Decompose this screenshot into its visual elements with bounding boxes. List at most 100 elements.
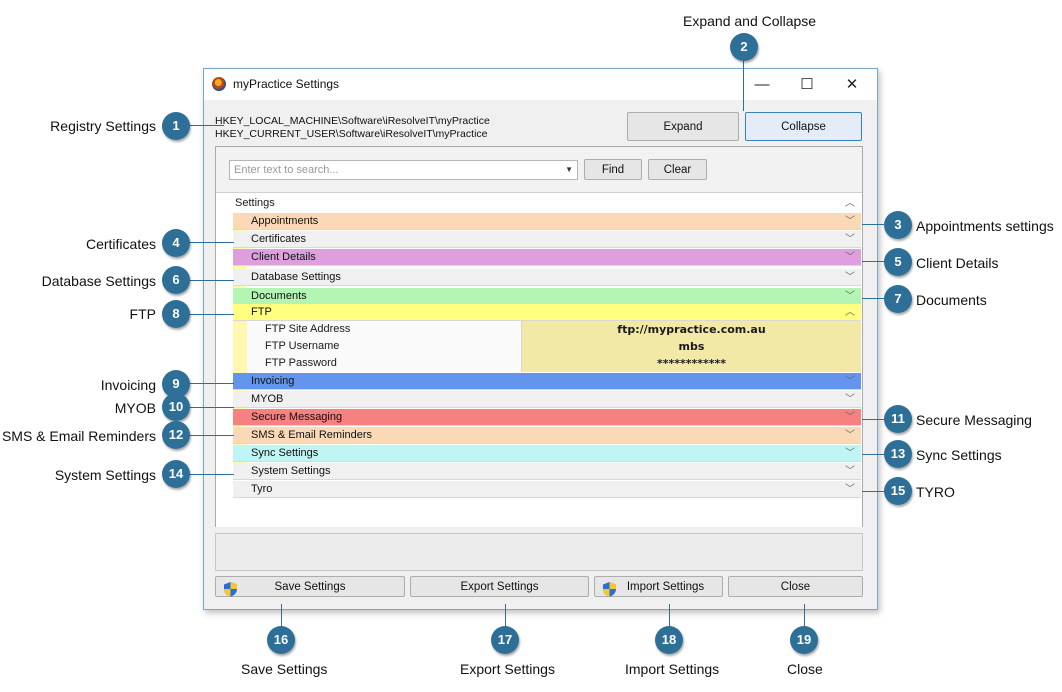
callout-badge: 4 [162,229,190,257]
callout-connector [862,419,884,420]
collapse-chevron-icon[interactable]: ︿ [845,195,855,212]
ftp-field-row[interactable]: FTP Password ************ [247,355,861,372]
chevron-down-icon[interactable]: ﹀ [845,463,855,480]
category-label: MYOB [251,393,284,405]
category-row[interactable]: SMS & Email Reminders ﹀ [233,427,861,444]
ftp-field-value[interactable]: mbs [522,338,861,355]
callout-badge: 11 [884,405,912,433]
settings-root-row[interactable]: Settings ︿ [216,195,861,212]
registry-path-user: HKEY_CURRENT_USER\Software\iResolveIT\my… [215,128,488,140]
callout-connector [190,407,234,408]
title-bar[interactable]: myPractice Settings — ☐ ✕ [204,69,877,100]
callout-connector [804,604,805,626]
chevron-down-icon[interactable]: ﹀ [845,391,855,408]
callout-connector [190,435,234,436]
chevron-down-icon[interactable]: ﹀ [845,231,855,248]
expand-button[interactable]: Expand [627,112,739,141]
ftp-field-value[interactable]: ************ [522,355,861,372]
category-row[interactable]: Certificates ﹀ [233,231,861,248]
save-settings-label: Save Settings [274,581,346,593]
registry-path-machine: HKEY_LOCAL_MACHINE\Software\iResolveIT\m… [215,115,490,127]
category-row[interactable]: FTP ︿ [233,304,861,321]
callout-badge: 12 [162,421,190,449]
callout-label: Close [787,661,823,677]
category-row[interactable]: Database Settings ﹀ [233,269,861,286]
callout-label: Database Settings [41,273,156,289]
chevron-down-icon[interactable]: ﹀ [845,249,855,266]
callout-badge: 7 [884,285,912,313]
search-input[interactable]: Enter text to search... ▼ [229,160,578,180]
callout-badge: 19 [790,626,818,654]
category-label: Secure Messaging [251,411,343,423]
chevron-up-icon[interactable]: ︿ [845,304,855,321]
callout-label: Expand and Collapse [683,13,817,29]
callout-label: FTP [129,306,156,322]
category-row[interactable]: Secure Messaging ﹀ [233,409,861,426]
callout-connector [281,604,282,626]
callout-badge: 16 [267,626,295,654]
callout-label: Save Settings [241,661,328,677]
category-label: Database Settings [251,271,341,283]
chevron-down-icon[interactable]: ﹀ [845,373,855,390]
category-row[interactable]: Tyro ﹀ [233,481,861,498]
chevron-down-icon[interactable]: ﹀ [845,427,855,444]
category-row[interactable]: Appointments ﹀ [233,213,861,230]
collapse-button[interactable]: Collapse [745,112,862,141]
import-settings-button[interactable]: Import Settings [594,576,723,597]
callout-label: Appointments settings [916,218,1054,234]
find-button[interactable]: Find [584,159,642,180]
close-window-button[interactable]: ✕ [829,69,875,100]
callout-badge: 13 [884,440,912,468]
chevron-down-icon[interactable]: ﹀ [845,409,855,426]
settings-window: myPractice Settings — ☐ ✕ HKEY_LOCAL_MAC… [203,68,878,610]
ftp-field-row[interactable]: FTP Username mbs [247,338,861,355]
chevron-down-icon[interactable]: ﹀ [845,445,855,462]
callout-label: Client Details [916,255,999,271]
callout-label: SMS & Email Reminders [1,428,156,444]
chevron-down-icon[interactable]: ﹀ [845,269,855,286]
chevron-down-icon[interactable]: ﹀ [845,288,855,305]
category-row[interactable]: Sync Settings ﹀ [233,445,861,462]
callout-connector [669,604,670,626]
export-settings-button[interactable]: Export Settings [410,576,589,597]
category-row[interactable]: System Settings ﹀ [233,463,861,480]
close-button[interactable]: Close [728,576,863,597]
callout-label: Export Settings [460,661,555,677]
callout-label: Certificates [85,236,156,252]
category-label: Tyro [251,483,273,495]
category-label: Certificates [251,233,307,245]
callout-label: TYRO [916,484,955,500]
maximize-button[interactable]: ☐ [784,69,830,100]
callout-badge: 17 [491,626,519,654]
app-logo-icon [212,77,226,91]
category-row[interactable]: Invoicing ﹀ [233,373,861,390]
ftp-field-value[interactable]: ftp://mypractice.com.au [522,321,861,338]
chevron-down-icon[interactable]: ﹀ [845,481,855,498]
ftp-field-name: FTP Username [247,338,522,355]
ftp-field-row[interactable]: FTP Site Address ftp://mypractice.com.au [247,321,861,338]
save-settings-button[interactable]: Save Settings [215,576,405,597]
callout-connector [743,61,744,111]
clear-button[interactable]: Clear [648,159,707,180]
ftp-field-name: FTP Site Address [247,321,522,338]
callout-label: System Settings [54,467,156,483]
minimize-button[interactable]: — [739,69,785,100]
callout-badge: 18 [655,626,683,654]
callout-label: Documents [916,292,987,308]
category-label: SMS & Email Reminders [251,429,373,441]
callout-badge: 14 [162,460,190,488]
callout-label: Registry Settings [50,118,156,134]
status-area [215,533,863,571]
callout-label: Sync Settings [916,447,1002,463]
category-row[interactable]: Documents ﹀ [233,288,861,305]
callout-connector [190,280,234,281]
category-row[interactable]: MYOB ﹀ [233,391,861,408]
callout-badge: 3 [884,211,912,239]
category-label: Appointments [251,215,319,227]
settings-root-label: Settings [235,197,275,209]
chevron-down-icon[interactable]: ﹀ [845,213,855,230]
category-row[interactable]: Client Details ﹀ [233,249,861,266]
search-dropdown-icon[interactable]: ▼ [565,161,573,179]
callout-badge: 5 [884,248,912,276]
uac-shield-icon [603,582,616,597]
